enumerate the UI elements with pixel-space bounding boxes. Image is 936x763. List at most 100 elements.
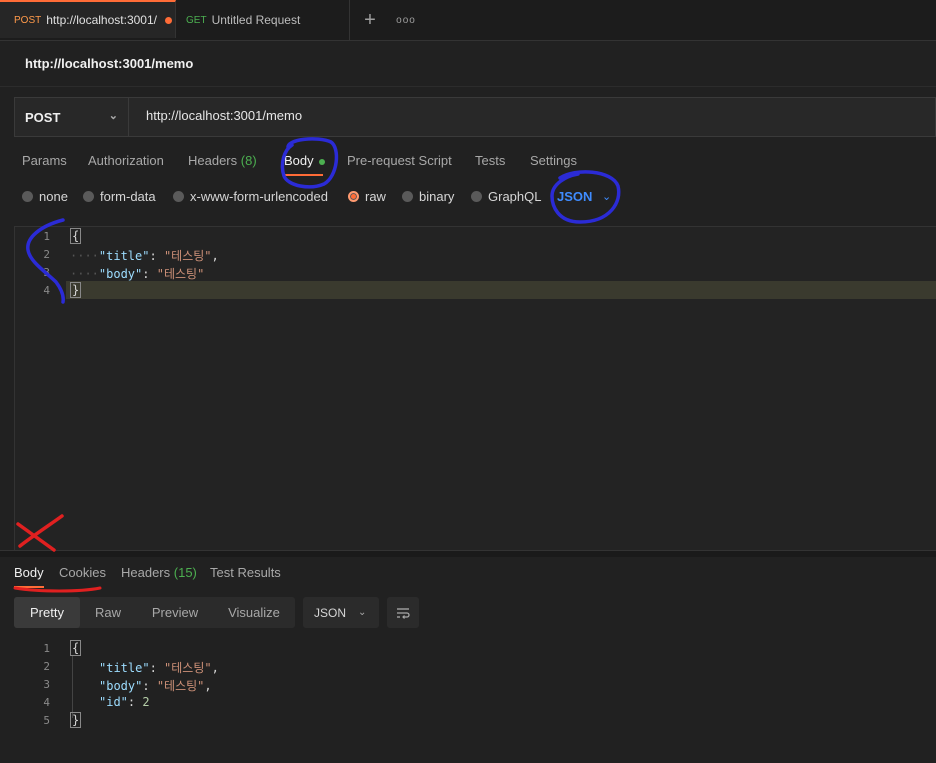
colon: : — [142, 679, 157, 693]
active-tab-indicator — [14, 586, 44, 588]
response-tab-cookies[interactable]: Cookies — [59, 565, 106, 580]
body-type-label: form-data — [100, 189, 156, 204]
active-tab-indicator — [283, 174, 323, 176]
request-name[interactable]: http://localhost:3001/memo — [25, 56, 193, 71]
radio-selected-icon — [348, 191, 359, 202]
view-preview-button[interactable]: Preview — [140, 597, 210, 628]
view-visualize-button[interactable]: Visualize — [216, 597, 292, 628]
body-type-form-data[interactable]: form-data — [83, 189, 156, 204]
radio-icon — [83, 191, 94, 202]
request-tab-get[interactable]: GET Untitled Request — [176, 0, 350, 40]
line-number: 1 — [43, 642, 50, 655]
line-number: 2 — [43, 660, 50, 673]
body-format-select[interactable]: JSON — [557, 189, 592, 204]
add-tab-icon[interactable]: + — [358, 8, 382, 32]
json-key: "title" — [98, 249, 150, 263]
code-line: ····"body": "테스팅" — [70, 265, 204, 282]
body-type-graphql[interactable]: GraphQL — [471, 189, 541, 204]
body-type-label: x-www-form-urlencoded — [190, 189, 328, 204]
wrap-lines-icon-svg — [397, 607, 410, 619]
json-value: 2 — [142, 695, 150, 709]
response-headers-label: Headers — [121, 565, 171, 580]
tab-method: POST — [14, 14, 42, 26]
chevron-down-icon[interactable]: ⌄ — [602, 190, 611, 203]
more-tabs-icon[interactable]: ooo — [396, 8, 416, 32]
chevron-down-icon: ⌄ — [108, 110, 118, 122]
current-line-highlight — [66, 281, 936, 299]
response-tab-test-results[interactable]: Test Results — [210, 565, 281, 580]
json-key: "body" — [99, 679, 143, 693]
chevron-down-icon: ⌄ — [358, 607, 367, 618]
tab-body-label: Body — [284, 153, 314, 168]
tab-headers[interactable]: Headers (8) — [188, 153, 257, 168]
indent-dots: ···· — [70, 249, 99, 263]
body-type-label: none — [39, 189, 68, 204]
annotation-underline-body — [13, 586, 102, 593]
response-headers-count: (15) — [173, 565, 197, 580]
tab-body[interactable]: Body — [284, 153, 325, 168]
wrap-lines-icon[interactable] — [387, 597, 419, 628]
line-number: 3 — [43, 266, 50, 279]
tab-tests[interactable]: Tests — [475, 153, 505, 168]
open-brace: { — [70, 640, 82, 656]
divider — [0, 86, 936, 87]
code-line: "body": "테스팅", — [99, 677, 212, 694]
tab-headers-label: Headers — [188, 153, 238, 168]
code-line: { — [70, 640, 82, 656]
line-number: 5 — [43, 714, 50, 727]
body-type-label: GraphQL — [488, 189, 542, 204]
tab-method: GET — [186, 14, 207, 26]
body-type-binary[interactable]: binary — [402, 189, 454, 204]
body-type-label: binary — [419, 189, 455, 204]
code-line: } — [70, 282, 82, 298]
code-line: { — [70, 228, 82, 244]
body-type-none[interactable]: none — [22, 189, 68, 204]
colon: : — [149, 249, 164, 263]
json-value: "테스팅" — [164, 661, 212, 675]
comma: , — [211, 661, 219, 675]
json-key: "body" — [98, 267, 143, 281]
indent-dots: ···· — [70, 267, 99, 281]
view-pretty-button[interactable]: Pretty — [14, 597, 80, 628]
radio-icon — [173, 191, 184, 202]
comma: , — [204, 679, 212, 693]
colon: : — [142, 267, 157, 281]
view-raw-button[interactable]: Raw — [82, 597, 134, 628]
line-number: 1 — [43, 230, 50, 243]
body-type-label: raw — [365, 189, 386, 204]
response-tab-body[interactable]: Body — [14, 565, 44, 580]
json-key: "title" — [99, 661, 150, 675]
method-value: POST — [25, 109, 61, 125]
line-number: 4 — [43, 696, 50, 709]
url-input[interactable]: http://localhost:3001/memo — [146, 108, 302, 123]
open-brace: { — [70, 228, 82, 244]
radio-icon — [402, 191, 413, 202]
tab-title: Untitled Request — [211, 13, 301, 27]
tab-settings[interactable]: Settings — [530, 153, 577, 168]
pane-splitter[interactable] — [0, 550, 936, 557]
indent-guide — [72, 656, 73, 718]
colon: : — [149, 661, 165, 675]
json-value: "테스팅" — [156, 679, 205, 693]
tab-pre-request-script[interactable]: Pre-request Script — [347, 153, 452, 168]
comma: , — [211, 249, 219, 263]
body-type-raw[interactable]: raw — [348, 189, 386, 204]
radio-icon — [471, 191, 482, 202]
radio-icon — [22, 191, 33, 202]
tab-params[interactable]: Params — [22, 153, 67, 168]
request-tab-post[interactable]: POST http://localhost:3001/ — [0, 0, 176, 38]
response-format-value: JSON — [314, 605, 347, 620]
response-tab-headers[interactable]: Headers (15) — [121, 565, 197, 580]
response-format-select[interactable]: JSON ⌄ — [303, 597, 379, 628]
close-brace: } — [70, 712, 82, 728]
tab-authorization[interactable]: Authorization — [88, 153, 164, 168]
code-line: "title": "테스팅", — [99, 659, 219, 676]
code-line: "id": 2 — [99, 695, 150, 709]
headers-count: (8) — [240, 153, 257, 168]
code-line: ····"title": "테스팅", — [70, 247, 219, 264]
colon: : — [127, 695, 143, 709]
method-select[interactable]: POST ⌄ — [15, 98, 129, 136]
code-line: } — [70, 712, 82, 728]
body-type-urlencoded[interactable]: x-www-form-urlencoded — [173, 189, 328, 204]
unsaved-dot-icon — [164, 16, 172, 24]
